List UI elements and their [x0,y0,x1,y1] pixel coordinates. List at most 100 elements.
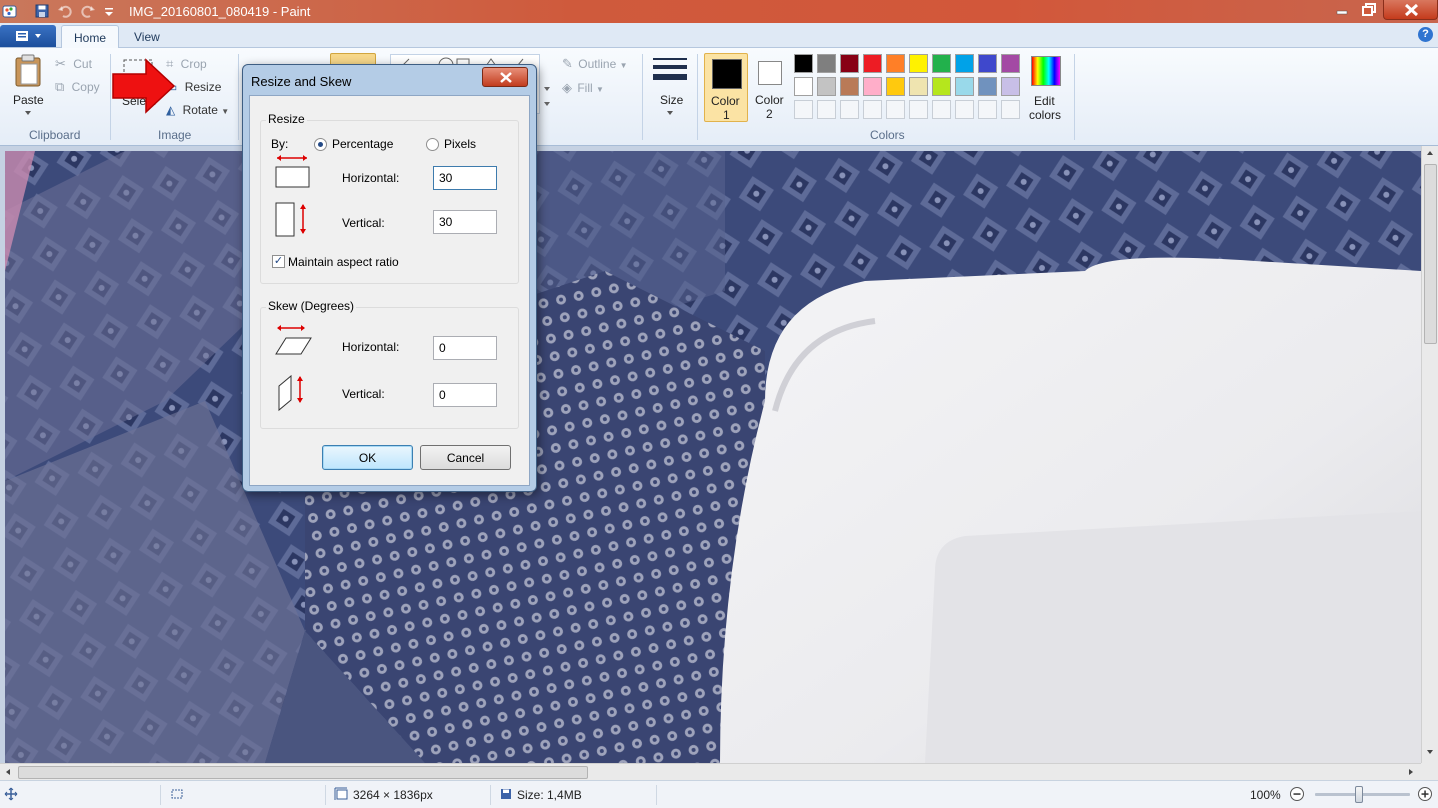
ribbon-separator [110,54,111,140]
paint-app-icon[interactable] [2,3,18,19]
palette-color-swatch[interactable] [840,54,859,73]
color1-number: 1 [723,108,730,122]
palette-color-swatch[interactable] [886,77,905,96]
horizontal-scrollbar[interactable] [0,763,1421,780]
copy-button[interactable]: ⧉ Copy [55,79,100,95]
skew-vertical-input[interactable] [433,383,497,407]
ribbon-tab-bar: Home View ? [0,23,1438,48]
edit-colors-button[interactable]: Edit colors [1027,54,1065,124]
skew-group-title: Skew (Degrees) [266,299,357,313]
palette-empty-swatch[interactable] [955,100,974,119]
customize-qat-icon[interactable] [101,3,117,19]
outline-button[interactable]: ✎ Outline ▼ [562,56,628,72]
image-group-title: Image [158,128,192,142]
red-arrow-icon [112,58,176,114]
palette-color-swatch[interactable] [932,77,951,96]
palette-color-swatch[interactable] [886,54,905,73]
color-spectrum-icon [1031,56,1061,86]
redo-icon[interactable] [80,3,96,19]
palette-color-swatch[interactable] [863,54,882,73]
palette-empty-swatch[interactable] [1001,100,1020,119]
undo-icon[interactable] [57,3,73,19]
status-bar: 3264 × 1836px Size: 1,4MB 100% [0,780,1438,808]
scroll-right-icon[interactable] [1408,768,1414,776]
vertical-scroll-thumb[interactable] [1424,164,1437,344]
palette-color-swatch[interactable] [1001,54,1020,73]
scissors-icon: ✂ [55,56,66,71]
shapes-scroll-icon[interactable] [542,82,552,112]
restore-button[interactable] [1356,0,1383,20]
tab-home[interactable]: Home [61,25,120,48]
zoom-slider-thumb[interactable] [1355,786,1363,803]
ribbon: Paste ✂ Cut ⧉ Copy Clipboard Select ⌗ Cr… [0,48,1438,146]
palette-color-swatch[interactable] [909,54,928,73]
rotate-label: Rotate [182,103,218,117]
chevron-down-icon: ▼ [619,61,628,70]
dialog-close-button[interactable] [482,67,528,87]
close-button[interactable] [1383,0,1438,20]
tab-view[interactable]: View [122,25,172,48]
scroll-down-icon[interactable] [1426,749,1434,755]
palette-color-swatch[interactable] [794,54,813,73]
palette-color-swatch[interactable] [1001,77,1020,96]
chevron-down-icon: ▼ [596,85,604,94]
palette-empty-swatch[interactable] [817,100,836,119]
zoom-out-icon[interactable] [1289,786,1305,802]
by-label: By: [271,137,289,151]
resize-horizontal-icon [275,155,310,188]
resize-label: Resize [184,80,222,94]
window-title: IMG_20160801_080419 - Paint [129,4,311,19]
palette-color-swatch[interactable] [794,77,813,96]
image-dimensions: 3264 × 1836px [353,788,433,802]
paint-menu-button[interactable] [0,25,56,47]
palette-empty-swatch[interactable] [863,100,882,119]
skew-horizontal-input[interactable] [433,336,497,360]
palette-color-swatch[interactable] [863,77,882,96]
color2-button[interactable]: Color 2 [750,53,790,122]
palette-empty-swatch[interactable] [840,100,859,119]
palette-color-swatch[interactable] [955,77,974,96]
palette-color-swatch[interactable] [932,54,951,73]
resize-horizontal-input[interactable] [433,166,497,190]
palette-color-swatch[interactable] [978,54,997,73]
disk-icon [501,789,511,799]
palette-empty-swatch[interactable] [794,100,813,119]
palette-color-swatch[interactable] [817,77,836,96]
color1-button[interactable]: Color 1 [704,53,748,122]
palette-color-swatch[interactable] [978,77,997,96]
line-size-icon [653,58,687,80]
pixels-radio[interactable] [426,138,439,151]
maintain-aspect-label: Maintain aspect ratio [288,255,399,269]
photo-content [5,151,1421,763]
scroll-up-icon[interactable] [1426,150,1434,156]
palette-empty-swatch[interactable] [886,100,905,119]
resize-vertical-input[interactable] [433,210,497,234]
dialog-title: Resize and Skew [251,74,352,89]
palette-empty-swatch[interactable] [909,100,928,119]
palette-color-swatch[interactable] [817,54,836,73]
zoom-slider[interactable] [1315,786,1410,803]
percentage-radio[interactable] [314,138,327,151]
palette-color-swatch[interactable] [909,77,928,96]
cut-button[interactable]: ✂ Cut [55,56,92,72]
paste-button[interactable]: Paste [8,52,48,122]
image-canvas[interactable] [5,151,1421,763]
close-icon [500,72,512,83]
palette-empty-swatch[interactable] [932,100,951,119]
minimize-button[interactable] [1328,0,1356,20]
vertical-scrollbar[interactable] [1421,146,1438,763]
palette-empty-swatch[interactable] [978,100,997,119]
palette-color-swatch[interactable] [955,54,974,73]
size-button[interactable]: Size [650,54,690,120]
help-icon[interactable]: ? [1418,27,1433,42]
save-icon[interactable] [34,3,50,19]
fill-button[interactable]: ◈ Fill ▼ [562,80,604,96]
cancel-button[interactable]: Cancel [420,445,511,470]
title-bar: IMG_20160801_080419 - Paint [0,0,1438,23]
maintain-aspect-checkbox[interactable]: ✓ [272,255,285,268]
palette-color-swatch[interactable] [840,77,859,96]
horizontal-scroll-thumb[interactable] [18,766,588,779]
scroll-left-icon[interactable] [5,768,11,776]
zoom-in-icon[interactable] [1417,786,1433,802]
ok-button[interactable]: OK [322,445,413,470]
